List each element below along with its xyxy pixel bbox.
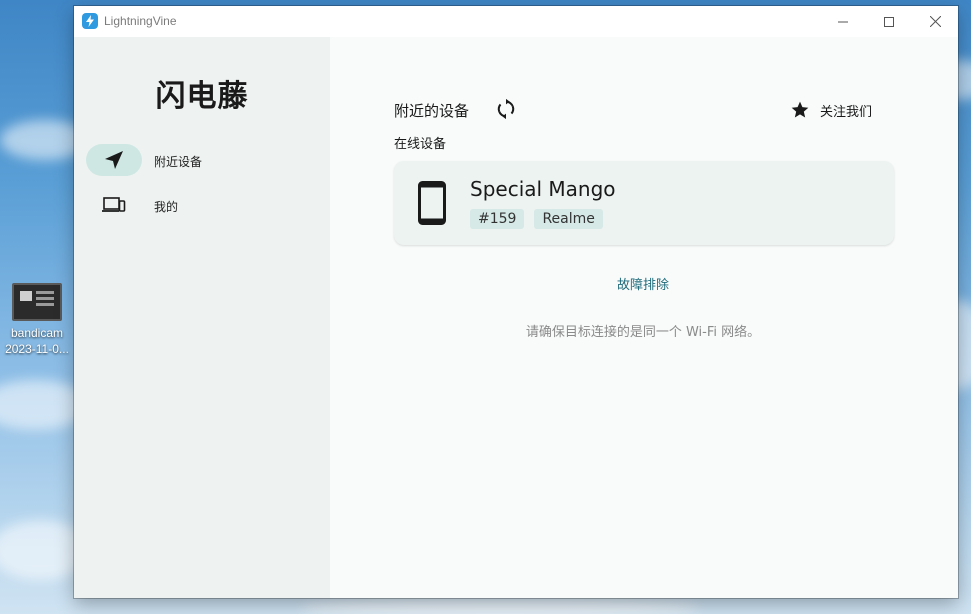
device-name: Special Mango bbox=[470, 177, 616, 201]
desktop-icon-date: 2023-11-0... bbox=[5, 342, 69, 356]
navigation-arrow-icon bbox=[105, 151, 123, 169]
sidebar: 闪电藤 附近设备 我的 bbox=[74, 37, 330, 598]
app-brand-title: 闪电藤 bbox=[155, 79, 249, 114]
device-tag-brand: Realme bbox=[534, 209, 603, 229]
wallpaper-cloud bbox=[300, 598, 700, 614]
device-card[interactable]: Special Mango #159 Realme bbox=[394, 161, 894, 245]
desktop-icon-bandicam[interactable]: bandicam 2023-11-0... bbox=[2, 283, 72, 357]
sidebar-item-label: 我的 bbox=[154, 200, 179, 214]
smartphone-icon bbox=[418, 181, 446, 225]
follow-us-button[interactable]: 关注我们 bbox=[790, 99, 872, 121]
title-bar[interactable]: LightningVine bbox=[74, 6, 958, 37]
app-window: LightningVine 闪电藤 附近设备 我的 附近的设备 关注我们 在线设… bbox=[74, 6, 958, 598]
follow-us-label: 关注我们 bbox=[820, 104, 873, 120]
online-devices-heading: 在线设备 bbox=[394, 137, 447, 152]
sidebar-item-nearby-devices[interactable]: 附近设备 bbox=[86, 144, 316, 178]
device-tags: #159 Realme bbox=[470, 209, 603, 229]
device-tag-id: #159 bbox=[470, 209, 525, 229]
devices-icon bbox=[102, 197, 126, 212]
maximize-icon bbox=[884, 16, 894, 27]
main-content: 附近的设备 关注我们 在线设备 Special Mango #159 Realm… bbox=[330, 37, 958, 598]
refresh-icon[interactable] bbox=[495, 98, 517, 120]
network-hint: 请确保目标连接的是同一个 Wi-Fi 网络。 bbox=[525, 325, 761, 340]
minimize-button[interactable] bbox=[820, 6, 866, 37]
star-icon bbox=[791, 101, 809, 118]
sidebar-item-mine[interactable]: 我的 bbox=[86, 189, 316, 223]
desktop-icon-name: bandicam bbox=[10, 326, 64, 340]
maximize-button[interactable] bbox=[866, 6, 912, 37]
minimize-icon bbox=[838, 21, 848, 22]
troubleshoot-link[interactable]: 故障排除 bbox=[330, 274, 956, 293]
video-file-icon bbox=[12, 283, 62, 321]
window-title: LightningVine bbox=[104, 14, 177, 28]
section-title: 附近的设备 bbox=[394, 102, 470, 120]
close-button[interactable] bbox=[912, 6, 958, 37]
lightning-app-icon bbox=[82, 13, 98, 29]
sidebar-item-label: 附近设备 bbox=[154, 155, 203, 169]
close-icon bbox=[929, 16, 941, 27]
